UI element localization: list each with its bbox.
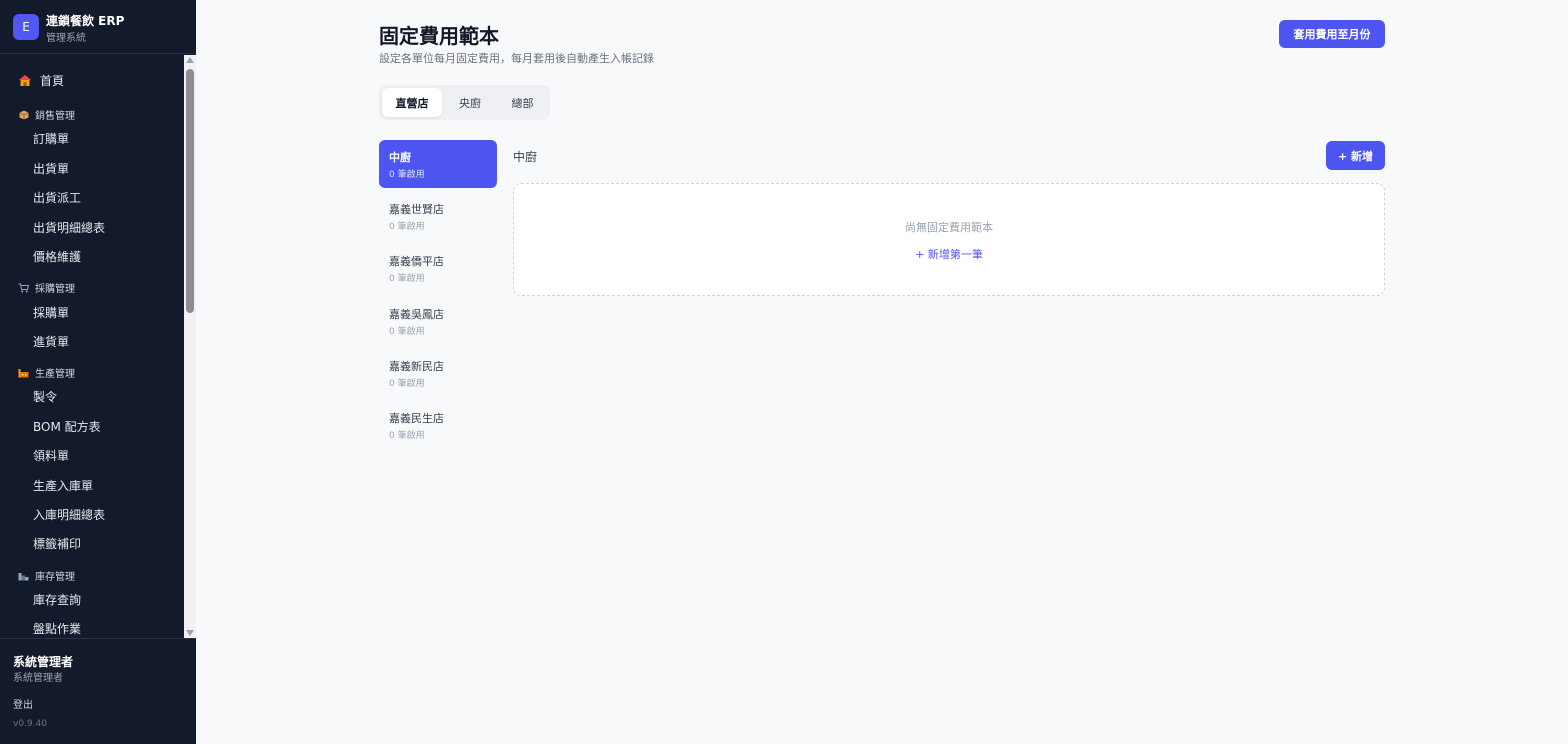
sidebar-section-label: 庫存管理 (35, 572, 75, 583)
scroll-down-icon[interactable] (186, 630, 194, 636)
unit-name: 嘉義民生店 (389, 412, 444, 425)
sidebar-item-stocktake[interactable]: 盤點作業 (33, 620, 81, 637)
sidebar-item-receiving[interactable]: 進貨單 (33, 333, 69, 350)
sidebar-section-production: 生產管理 (18, 365, 75, 380)
app-title: 連鎖餐飲 ERP (46, 14, 125, 28)
sidebar-section-label: 生產管理 (35, 369, 75, 380)
sidebar-item-label: 首頁 (40, 74, 65, 88)
empty-message: 尚無固定費用範本 (905, 221, 993, 234)
sidebar-item-price-maintenance[interactable]: 價格維護 (33, 248, 81, 265)
warehouse-icon (18, 571, 29, 581)
unit-active-count: 0 筆啟用 (389, 274, 425, 284)
cart-icon (18, 283, 29, 293)
sidebar-item-dispatch[interactable]: 出貨派工 (33, 189, 81, 206)
add-first-link[interactable]: + 新增第一筆 (514, 246, 1384, 262)
sidebar-section-purchasing: 採購管理 (18, 280, 75, 295)
sidebar-item-production-receipt[interactable]: 生產入庫單 (33, 477, 93, 494)
unit-item-zhongchu[interactable]: 中廚 0 筆啟用 (379, 140, 497, 188)
app-subtitle: 管理系統 (46, 33, 86, 44)
sidebar-section-inventory: 庫存管理 (18, 568, 75, 583)
sidebar-item-label-reprint[interactable]: 標籤補印 (33, 535, 81, 552)
sidebar-section-sales: 銷售管理 (18, 107, 75, 122)
unit-active-count: 0 筆啟用 (389, 170, 425, 180)
unit-active-count: 0 筆啟用 (389, 222, 425, 232)
sidebar-item-work-order[interactable]: 製令 (33, 388, 57, 405)
user-panel: 系統管理者 系統管理者 登出 v0.9.40 (0, 638, 196, 744)
page-subtitle: 設定各單位每月固定費用，每月套用後自動產生入帳記錄 (379, 52, 654, 65)
unit-item-qiaoping[interactable]: 嘉義僑平店 0 筆啟用 (379, 244, 497, 292)
unit-active-count: 0 筆啟用 (389, 379, 425, 389)
sidebar-nav: 首頁 銷售管理 訂購單 出貨單 出貨派工 出貨明細總表 價格維護 採購管理 採購… (0, 55, 184, 638)
unit-item-shixian[interactable]: 嘉義世賢店 0 筆啟用 (379, 192, 497, 240)
add-button[interactable]: + 新增 (1326, 141, 1385, 170)
logout-link[interactable]: 登出 (13, 696, 33, 711)
tab-central-kitchen[interactable]: 央廚 (443, 88, 497, 117)
sidebar-section-label: 採購管理 (35, 284, 75, 295)
sidebar-scrollbar[interactable] (184, 55, 196, 638)
sidebar-item-shipment[interactable]: 出貨單 (33, 160, 69, 177)
unit-name: 嘉義吳鳳店 (389, 308, 444, 321)
sidebar-item-material-requisition[interactable]: 領料單 (33, 447, 69, 464)
app-logo: E (13, 14, 39, 40)
selected-unit-title: 中廚 (513, 150, 538, 164)
scroll-thumb[interactable] (186, 69, 194, 313)
empty-state: 尚無固定費用範本 + 新增第一筆 (513, 183, 1385, 296)
scroll-up-icon[interactable] (186, 57, 194, 63)
apply-to-month-button[interactable]: 套用費用至月份 (1279, 20, 1385, 48)
unit-name: 嘉義僑平店 (389, 255, 444, 268)
sidebar-item-inventory-query[interactable]: 庫存查詢 (33, 591, 81, 608)
unit-active-count: 0 筆啟用 (389, 431, 425, 441)
unit-item-xinmin[interactable]: 嘉義新民店 0 筆啟用 (379, 349, 497, 397)
sidebar: E 連鎖餐飲 ERP 管理系統 首頁 銷售管理 訂購單 出貨單 出貨派工 出貨明… (0, 0, 196, 744)
sidebar-section-label: 銷售管理 (35, 111, 75, 122)
factory-icon (18, 368, 29, 378)
brand-header: E 連鎖餐飲 ERP 管理系統 (0, 0, 196, 54)
unit-name: 嘉義新民店 (389, 360, 444, 373)
unit-type-tabs: 直營店 央廚 總部 (379, 85, 550, 120)
sidebar-item-procurement[interactable]: 採購單 (33, 304, 69, 321)
house-icon (18, 74, 32, 87)
unit-name: 嘉義世賢店 (389, 203, 444, 216)
unit-item-minsheng[interactable]: 嘉義民生店 0 筆啟用 (379, 401, 497, 449)
sidebar-item-receipt-summary[interactable]: 入庫明細總表 (33, 506, 105, 523)
unit-name: 中廚 (389, 151, 411, 164)
tab-direct-stores[interactable]: 直營店 (382, 88, 442, 117)
sidebar-item-bom[interactable]: BOM 配方表 (33, 418, 101, 435)
user-name: 系統管理者 (13, 655, 74, 669)
page-title: 固定費用範本 (379, 24, 499, 48)
unit-item-wufeng[interactable]: 嘉義吳鳳店 0 筆啟用 (379, 297, 497, 345)
sidebar-item-purchase-order[interactable]: 訂購單 (33, 130, 69, 147)
box-icon (18, 110, 29, 120)
sidebar-item-home[interactable]: 首頁 (18, 72, 64, 89)
app-version: v0.9.40 (13, 719, 47, 729)
sidebar-item-shipment-summary[interactable]: 出貨明細總表 (33, 219, 105, 236)
tab-headquarters[interactable]: 總部 (498, 88, 547, 117)
user-role: 系統管理者 (13, 673, 63, 684)
unit-active-count: 0 筆啟用 (389, 327, 425, 337)
